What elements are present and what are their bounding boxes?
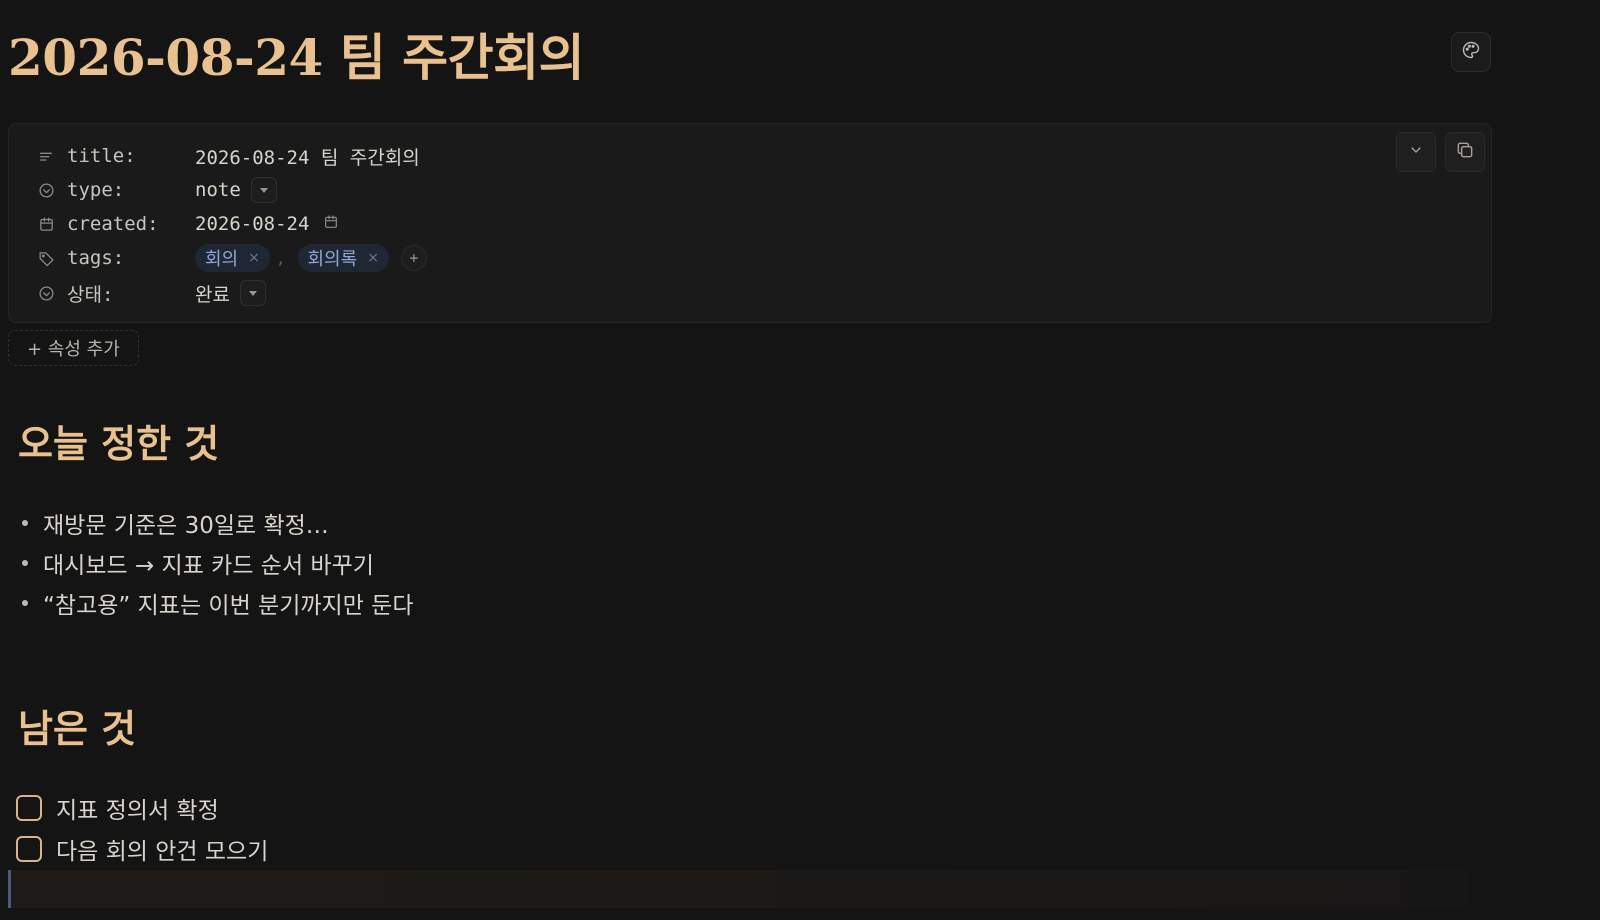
task-label: 지표 정의서 확정 [56,797,219,824]
circle-check-icon [37,284,55,302]
list-item[interactable]: “참고용” 지표는 이번 분기까지만 둔다 [18,583,413,623]
task-checkbox[interactable] [16,794,42,821]
property-key[interactable]: created: [67,213,195,235]
type-value[interactable]: note [195,179,241,201]
text-lines-icon [37,147,55,165]
list-item[interactable]: 대시보드 → 지표 카드 순서 바꾸기 [18,543,413,583]
tag-chip[interactable]: 회의 × [195,244,270,272]
task-label: 다음 회의 안건 모으기 [56,838,269,865]
chevron-down-icon [1408,142,1424,162]
property-key[interactable]: 상태: [67,280,195,307]
tag-label: 회의록 [307,249,358,270]
bullet-icon [22,520,28,526]
type-dropdown-button[interactable] [250,177,277,203]
property-row-status: 상태: 완료 [37,278,266,308]
task-item[interactable]: 지표 정의서 확정 [16,787,268,828]
property-value-status: 완료 [195,280,266,307]
list-item[interactable]: 재방문 기준은 30일로 확정… [18,503,413,543]
calendar-icon [323,213,339,235]
note-editor: 2026-08-24 팀 주간회의 title: 2026-08-24 팀 주간… [0,0,1600,920]
add-property-button[interactable]: + 속성 추가 [8,330,139,366]
caret-down-icon [248,290,257,296]
active-editor-line[interactable] [8,870,1468,908]
list-item-text: 재방문 기준은 30일로 확정… [43,513,329,539]
remove-tag-icon[interactable]: × [367,250,379,266]
property-value-tags: 회의 × , 회의록 × + [195,244,427,272]
property-row-title: title: 2026-08-24 팀 주간회의 [37,141,420,171]
remove-tag-icon[interactable]: × [248,250,260,266]
list-item-text: 대시보드 → 지표 카드 순서 바꾸기 [43,553,374,579]
add-tag-button[interactable]: + [400,245,427,271]
tag-icon [37,249,55,267]
property-row-tags: tags: 회의 × , 회의록 × + [37,243,427,273]
tag-label: 회의 [205,249,239,270]
property-value-created: 2026-08-24 [195,212,343,236]
task-checkbox[interactable] [16,835,42,862]
property-value-type: note [195,177,277,203]
property-key[interactable]: type: [67,179,195,201]
property-key[interactable]: tags: [67,247,195,269]
bullet-icon [22,600,28,606]
remaining-task-list: 지표 정의서 확정 다음 회의 안건 모으기 [16,787,268,869]
collapse-properties-button[interactable] [1396,132,1436,172]
date-picker-button[interactable] [319,212,343,236]
property-value-title[interactable]: 2026-08-24 팀 주간회의 [195,143,420,170]
task-item[interactable]: 다음 회의 안건 모으기 [16,828,268,869]
properties-panel: title: 2026-08-24 팀 주간회의 type: note crea… [8,123,1492,323]
section-heading-decided[interactable]: 오늘 정한 것 [18,413,219,468]
calendar-icon [37,215,55,233]
status-dropdown-button[interactable] [239,280,266,306]
tag-separator: , [275,248,286,268]
decided-bullet-list: 재방문 기준은 30일로 확정… 대시보드 → 지표 카드 순서 바꾸기 “참고… [18,503,413,623]
status-value[interactable]: 완료 [195,280,230,307]
tag-chip[interactable]: 회의록 × [297,244,389,272]
theme-button[interactable] [1451,32,1491,72]
property-key[interactable]: title: [67,145,195,167]
copy-properties-button[interactable] [1445,132,1485,172]
property-row-type: type: note [37,175,277,205]
bullet-icon [22,560,28,566]
palette-icon [1461,40,1481,64]
property-row-created: created: 2026-08-24 [37,209,343,239]
section-heading-remaining[interactable]: 남은 것 [18,698,136,753]
created-date[interactable]: 2026-08-24 [195,213,309,235]
caret-down-icon [259,187,268,193]
page-title[interactable]: 2026-08-24 팀 주간회의 [8,18,585,90]
list-item-text: “참고용” 지표는 이번 분기까지만 둔다 [43,593,414,619]
circle-check-icon [37,181,55,199]
copy-icon [1455,140,1475,164]
